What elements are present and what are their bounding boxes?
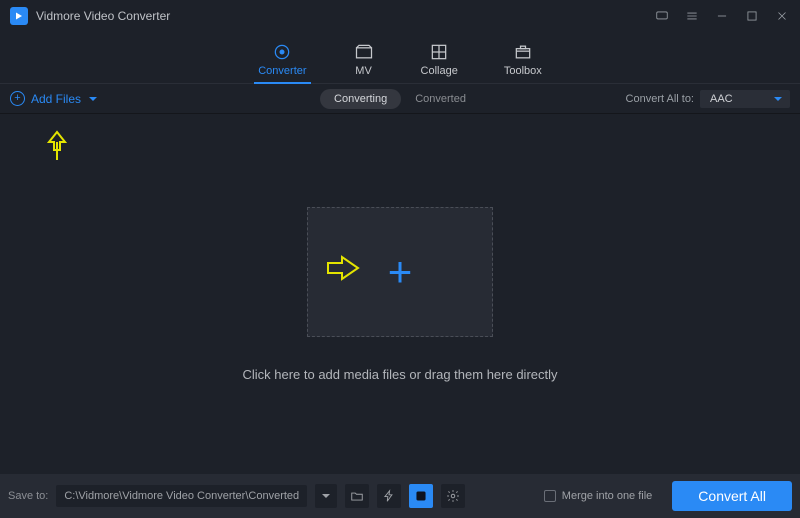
- add-files-button[interactable]: + Add Files: [10, 91, 97, 106]
- main-area: + Click here to add media files or drag …: [0, 114, 800, 474]
- mv-icon: [353, 43, 375, 61]
- segment-converted[interactable]: Converted: [401, 89, 480, 109]
- title-bar: Vidmore Video Converter: [0, 0, 800, 32]
- tab-label: Toolbox: [504, 65, 542, 77]
- tab-converter[interactable]: Converter: [258, 43, 306, 83]
- tab-label: Collage: [421, 65, 458, 77]
- save-path-display[interactable]: C:\Vidmore\Vidmore Video Converter\Conve…: [56, 485, 307, 507]
- segment-converting[interactable]: Converting: [320, 89, 401, 109]
- save-path-dropdown[interactable]: [315, 484, 337, 508]
- app-title: Vidmore Video Converter: [36, 9, 170, 23]
- main-nav: Converter MV Collage Toolbox: [0, 32, 800, 84]
- collage-icon: [428, 43, 450, 61]
- merge-into-one-file-checkbox[interactable]: Merge into one file: [544, 490, 653, 502]
- save-to-label: Save to:: [8, 490, 48, 502]
- minimize-icon[interactable]: [714, 8, 730, 24]
- convert-all-to-group: Convert All to: AAC: [626, 90, 790, 108]
- merge-label: Merge into one file: [562, 490, 653, 502]
- window-controls: [654, 8, 790, 24]
- gpu-accel-button[interactable]: [409, 484, 433, 508]
- footer-bar: Save to: C:\Vidmore\Vidmore Video Conver…: [0, 474, 800, 518]
- checkbox-box-icon: [544, 490, 556, 502]
- feedback-icon[interactable]: [654, 8, 670, 24]
- tab-label: Converter: [258, 65, 306, 77]
- output-format-select[interactable]: AAC: [700, 90, 790, 108]
- open-folder-button[interactable]: [345, 484, 369, 508]
- toolbox-icon: [512, 43, 534, 61]
- chevron-down-icon: [89, 97, 97, 101]
- toolbar: + Add Files Converting Converted Convert…: [0, 84, 800, 114]
- settings-gear-button[interactable]: [441, 484, 465, 508]
- annotation-arrow-right-icon: [326, 254, 362, 285]
- convert-all-button[interactable]: Convert All: [672, 481, 792, 511]
- plus-icon: +: [388, 251, 413, 293]
- tab-collage[interactable]: Collage: [421, 43, 458, 83]
- tab-mv[interactable]: MV: [353, 43, 375, 83]
- tab-toolbox[interactable]: Toolbox: [504, 43, 542, 83]
- convert-all-to-label: Convert All to:: [626, 93, 694, 105]
- converter-icon: [271, 43, 293, 61]
- dropzone-hint: Click here to add media files or drag th…: [242, 367, 557, 382]
- tab-label: MV: [355, 65, 372, 77]
- maximize-icon[interactable]: [744, 8, 760, 24]
- plus-circle-icon: +: [10, 91, 25, 106]
- add-files-label: Add Files: [31, 92, 81, 106]
- menu-icon[interactable]: [684, 8, 700, 24]
- lightning-off-button[interactable]: [377, 484, 401, 508]
- annotation-arrow-up-icon: [44, 130, 70, 165]
- conversion-state-toggle: Converting Converted: [320, 89, 480, 109]
- close-icon[interactable]: [774, 8, 790, 24]
- app-logo-icon: [10, 7, 28, 25]
